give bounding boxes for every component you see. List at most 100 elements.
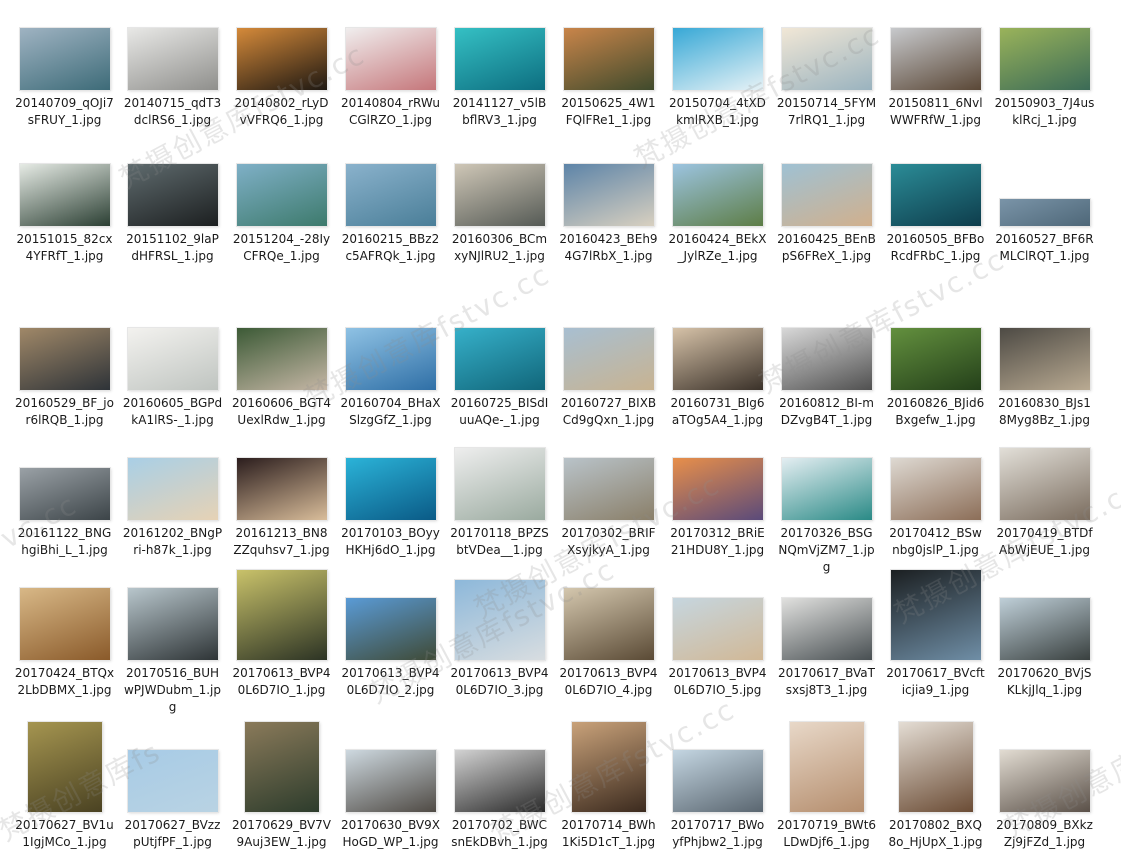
thumbnail-image[interactable] [236, 28, 327, 90]
file-name-label[interactable]: 20170629_BV7V9Auj3EW_1.jpg [232, 817, 332, 851]
file-item[interactable]: 20170802_BXQ8o_HjUpX_1.jpg [881, 722, 990, 851]
thumbnail-image[interactable] [571, 722, 646, 812]
file-item[interactable]: 20141127_v5lBbflRV3_1.jpg [445, 10, 554, 129]
file-item[interactable]: 20170412_BSwnbg0jslP_1.jpg [881, 440, 990, 559]
file-item[interactable]: 20170613_BVP40L6D7IO_3.jpg [445, 570, 554, 699]
file-item[interactable]: 20170424_BTQx2LbDBMX_1.jpg [10, 570, 119, 699]
thumbnail-image[interactable] [999, 28, 1090, 90]
file-name-label[interactable]: 20170802_BXQ8o_HjUpX_1.jpg [886, 817, 986, 851]
thumbnail-image[interactable] [999, 750, 1090, 812]
file-name-label[interactable]: 20141127_v5lBbflRV3_1.jpg [450, 95, 550, 129]
thumbnail-image[interactable] [563, 458, 654, 520]
thumbnail-image[interactable] [789, 722, 864, 812]
file-name-label[interactable]: 20170620_BVjSKLkjJlq_1.jpg [995, 665, 1095, 699]
thumbnail-image[interactable] [127, 164, 218, 226]
file-name-label[interactable]: 20150903_7J4usklRcj_1.jpg [995, 95, 1095, 129]
thumbnail-image[interactable] [236, 458, 327, 520]
file-name-label[interactable]: 20160725_BISdIuuAQe-_1.jpg [450, 395, 550, 429]
thumbnail-image[interactable] [999, 328, 1090, 390]
file-name-label[interactable]: 20151204_-28IyCFRQe_1.jpg [232, 231, 332, 265]
file-item[interactable]: 20150811_6NvlWWFRfW_1.jpg [881, 10, 990, 129]
file-name-label[interactable]: 20160505_BFBoRcdFRbC_1.jpg [886, 231, 986, 265]
thumbnail-image[interactable] [672, 328, 763, 390]
file-item[interactable]: 20160606_BGT4UexlRdw_1.jpg [227, 310, 336, 429]
file-name-label[interactable]: 20160731_BIg6aTOg5A4_1.jpg [668, 395, 768, 429]
file-name-label[interactable]: 20170719_BWt6LDwDjf6_1.jpg [777, 817, 877, 851]
thumbnail-image[interactable] [781, 598, 872, 660]
file-item[interactable]: 20170627_BV1u1IgjMCo_1.jpg [10, 722, 119, 851]
file-name-label[interactable]: 20160812_BI-mDZvgB4T_1.jpg [777, 395, 877, 429]
file-name-label[interactable]: 20170412_BSwnbg0jslP_1.jpg [886, 525, 986, 559]
file-item[interactable]: 20170613_BVP40L6D7IO_2.jpg [336, 570, 445, 699]
thumbnail-image[interactable] [672, 598, 763, 660]
file-item[interactable]: 20160826_BJid6Bxgefw_1.jpg [881, 310, 990, 429]
thumbnail-image[interactable] [563, 28, 654, 90]
file-item[interactable]: 20170326_BSGNQmVjZM7_1.jpg [772, 440, 881, 576]
file-item[interactable]: 20160306_BCmxyNJlRU2_1.jpg [445, 146, 554, 265]
thumbnail-image[interactable] [454, 28, 545, 90]
file-item[interactable]: 20170714_BWh1Ki5D1cT_1.jpg [554, 722, 663, 851]
thumbnail-image[interactable] [999, 448, 1090, 520]
file-item[interactable]: 20160812_BI-mDZvgB4T_1.jpg [772, 310, 881, 429]
file-item[interactable]: 20170719_BWt6LDwDjf6_1.jpg [772, 722, 881, 851]
file-name-label[interactable]: 20170419_BTDfAbWjEUE_1.jpg [995, 525, 1095, 559]
file-item[interactable]: 20170630_BV9XHoGD_WP_1.jpg [336, 722, 445, 851]
thumbnail-image[interactable] [454, 580, 545, 660]
thumbnail-image[interactable] [236, 164, 327, 226]
file-item[interactable]: 20140715_qdT3dclRS6_1.jpg [118, 10, 227, 129]
thumbnail-image[interactable] [563, 164, 654, 226]
thumbnail-image[interactable] [999, 199, 1090, 226]
file-name-label[interactable]: 20170613_BVP40L6D7IO_1.jpg [232, 665, 332, 699]
file-name-label[interactable]: 20170312_BRiE21HDU8Y_1.jpg [668, 525, 768, 559]
file-item[interactable]: 20170312_BRiE21HDU8Y_1.jpg [663, 440, 772, 559]
file-item[interactable]: 20170617_BVcfticjia9_1.jpg [881, 570, 990, 699]
file-item[interactable]: 20170620_BVjSKLkjJlq_1.jpg [990, 570, 1099, 699]
thumbnail-image[interactable] [890, 328, 981, 390]
file-name-label[interactable]: 20151015_82cx4YFRfT_1.jpg [15, 231, 115, 265]
file-name-label[interactable]: 20160704_BHaXSlzgGfZ_1.jpg [341, 395, 441, 429]
thumbnail-image[interactable] [345, 750, 436, 812]
file-item[interactable]: 20170103_BOyyHKHj6dO_1.jpg [336, 440, 445, 559]
file-item[interactable]: 20160505_BFBoRcdFRbC_1.jpg [881, 146, 990, 265]
file-name-label[interactable]: 20161122_BNGhgiBhi_L_1.jpg [15, 525, 115, 559]
file-name-label[interactable]: 20170302_BRIFXsyjkyA_1.jpg [559, 525, 659, 559]
file-item[interactable]: 20150714_5FYM7rlRQ1_1.jpg [772, 10, 881, 129]
file-name-label[interactable]: 20160527_BF6RMLClRQT_1.jpg [995, 231, 1095, 265]
thumbnail-image[interactable] [127, 750, 218, 812]
thumbnail-image[interactable] [890, 28, 981, 90]
file-item[interactable]: 20150625_4W1FQlFRe1_1.jpg [554, 10, 663, 129]
file-name-label[interactable]: 20150811_6NvlWWFRfW_1.jpg [886, 95, 986, 129]
file-item[interactable]: 20170809_BXkzZj9jFZd_1.jpg [990, 722, 1099, 851]
thumbnail-image[interactable] [345, 28, 436, 90]
thumbnail-image[interactable] [454, 328, 545, 390]
file-name-label[interactable]: 20160830_BJs18Myg8Bz_1.jpg [995, 395, 1095, 429]
file-item[interactable]: 20161213_BN8ZZquhsv7_1.jpg [227, 440, 336, 559]
file-item[interactable]: 20150903_7J4usklRcj_1.jpg [990, 10, 1099, 129]
file-name-label[interactable]: 20170326_BSGNQmVjZM7_1.jpg [777, 525, 877, 576]
file-name-label[interactable]: 20170717_BWoyfPhjbw2_1.jpg [668, 817, 768, 851]
file-name-label[interactable]: 20150714_5FYM7rlRQ1_1.jpg [777, 95, 877, 129]
file-item[interactable]: 20160605_BGPdkA1lRS-_1.jpg [118, 310, 227, 429]
thumbnail-image[interactable] [345, 458, 436, 520]
file-name-label[interactable]: 20140709_qOJi7sFRUY_1.jpg [15, 95, 115, 129]
thumbnail-image[interactable] [127, 328, 218, 390]
file-item[interactable]: 20160527_BF6RMLClRQT_1.jpg [990, 146, 1099, 265]
file-name-label[interactable]: 20160424_BEkX_JylRZe_1.jpg [668, 231, 768, 265]
file-name-label[interactable]: 20170630_BV9XHoGD_WP_1.jpg [341, 817, 441, 851]
file-item[interactable]: 20170419_BTDfAbWjEUE_1.jpg [990, 440, 1099, 559]
file-item[interactable]: 20170617_BVaTsxsj8T3_1.jpg [772, 570, 881, 699]
thumbnail-image[interactable] [345, 328, 436, 390]
file-name-label[interactable]: 20170617_BVcfticjia9_1.jpg [886, 665, 986, 699]
file-name-label[interactable]: 20170613_BVP40L6D7IO_4.jpg [559, 665, 659, 699]
file-name-label[interactable]: 20161202_BNgPri-h87k_1.jpg [123, 525, 223, 559]
thumbnail-image[interactable] [890, 164, 981, 226]
file-name-label[interactable]: 20161213_BN8ZZquhsv7_1.jpg [232, 525, 332, 559]
thumbnail-image[interactable] [19, 164, 110, 226]
file-name-label[interactable]: 20140715_qdT3dclRS6_1.jpg [123, 95, 223, 129]
file-item[interactable]: 20140802_rLyDvVFRQ6_1.jpg [227, 10, 336, 129]
thumbnail-image[interactable] [19, 328, 110, 390]
file-name-label[interactable]: 20160529_BF_jor6lRQB_1.jpg [15, 395, 115, 429]
thumbnail-image[interactable] [672, 458, 763, 520]
file-name-label[interactable]: 20140804_rRWuCGlRZO_1.jpg [341, 95, 441, 129]
file-item[interactable]: 20161202_BNgPri-h87k_1.jpg [118, 440, 227, 559]
